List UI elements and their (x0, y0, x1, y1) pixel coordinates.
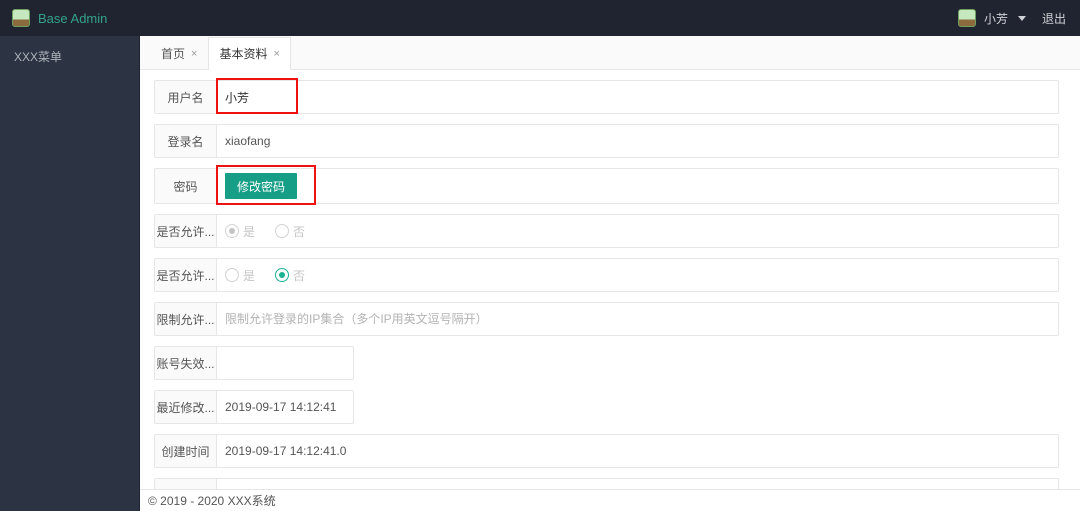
radio-dot-icon (225, 268, 239, 282)
tab-bar: 首页 × 基本资料 × (140, 36, 1080, 70)
brand-icon (12, 9, 30, 27)
last-modify-value: 2019-09-17 14:12:41.0 (225, 400, 337, 414)
row-loginname: 登录名 xiaofang (154, 124, 1059, 158)
radio-dot-icon (275, 224, 289, 238)
row-password: 密码 修改密码 (154, 168, 1059, 204)
label-password: 密码 (155, 169, 217, 203)
sidebar: XXX菜单 (0, 36, 140, 511)
row-create-time: 创建时间 2019-09-17 14:12:41.0 (154, 434, 1059, 468)
footer: © 2019 - 2020 XXX系统 (140, 489, 1080, 511)
label-allow-1: 是否允许... (155, 215, 217, 247)
loginname-value: xiaofang (225, 134, 270, 148)
label-loginname: 登录名 (155, 125, 217, 157)
ip-restrict-input[interactable] (217, 307, 1058, 331)
change-password-button[interactable]: 修改密码 (225, 173, 297, 199)
close-icon[interactable]: × (191, 38, 197, 71)
tab-profile[interactable]: 基本资料 × (208, 37, 290, 70)
label-allow-2: 是否允许... (155, 259, 217, 291)
tab-label: 基本资料 (219, 38, 267, 71)
tab-label: 首页 (161, 38, 185, 71)
row-last-modify: 最近修改... 2019-09-17 14:12:41.0 (154, 390, 354, 424)
radio-no[interactable]: 否 (275, 223, 305, 240)
tab-home[interactable]: 首页 × (150, 37, 208, 70)
label-ip-restrict: 限制允许... (155, 303, 217, 335)
label-last-modify: 最近修改... (155, 391, 217, 423)
row-allow-1: 是否允许... 是 否 (154, 214, 1059, 248)
create-time-value: 2019-09-17 14:12:41.0 (225, 444, 346, 458)
user-name-label: 小芳 (984, 10, 1008, 27)
row-username: 用户名 (154, 80, 1059, 114)
radio-no[interactable]: 否 (275, 267, 305, 284)
expire-input[interactable] (225, 351, 329, 375)
row-ip-restrict: 限制允许... (154, 302, 1059, 336)
chevron-down-icon (1018, 16, 1026, 21)
username-input[interactable] (225, 85, 1050, 109)
label-update-time: 更新时间 (155, 479, 217, 489)
logout-link[interactable]: 退出 (1042, 10, 1066, 27)
avatar-icon (958, 9, 976, 27)
content-area: 用户名 登录名 xiaofang 密码 修改密码 (140, 70, 1080, 489)
radio-yes[interactable]: 是 (225, 267, 255, 284)
top-bar: Base Admin 小芳 退出 (0, 0, 1080, 36)
row-expire: 账号失效... (154, 346, 354, 380)
row-allow-2: 是否允许... 是 否 (154, 258, 1059, 292)
footer-text: © 2019 - 2020 XXX系统 (148, 492, 276, 509)
radio-dot-icon (225, 224, 239, 238)
user-menu[interactable]: 小芳 退出 (958, 9, 1080, 27)
update-time-value: 2019-09-17 14:28:57.0 (225, 488, 346, 489)
brand-area[interactable]: Base Admin (0, 9, 140, 27)
label-username: 用户名 (155, 81, 217, 113)
label-expire: 账号失效... (155, 347, 217, 379)
radio-dot-icon (275, 268, 289, 282)
label-create-time: 创建时间 (155, 435, 217, 467)
brand-text: Base Admin (38, 11, 107, 26)
row-update-time: 更新时间 2019-09-17 14:28:57.0 (154, 478, 1059, 489)
close-icon[interactable]: × (273, 38, 279, 71)
radio-yes[interactable]: 是 (225, 223, 255, 240)
sidebar-menu-header[interactable]: XXX菜单 (0, 36, 139, 77)
